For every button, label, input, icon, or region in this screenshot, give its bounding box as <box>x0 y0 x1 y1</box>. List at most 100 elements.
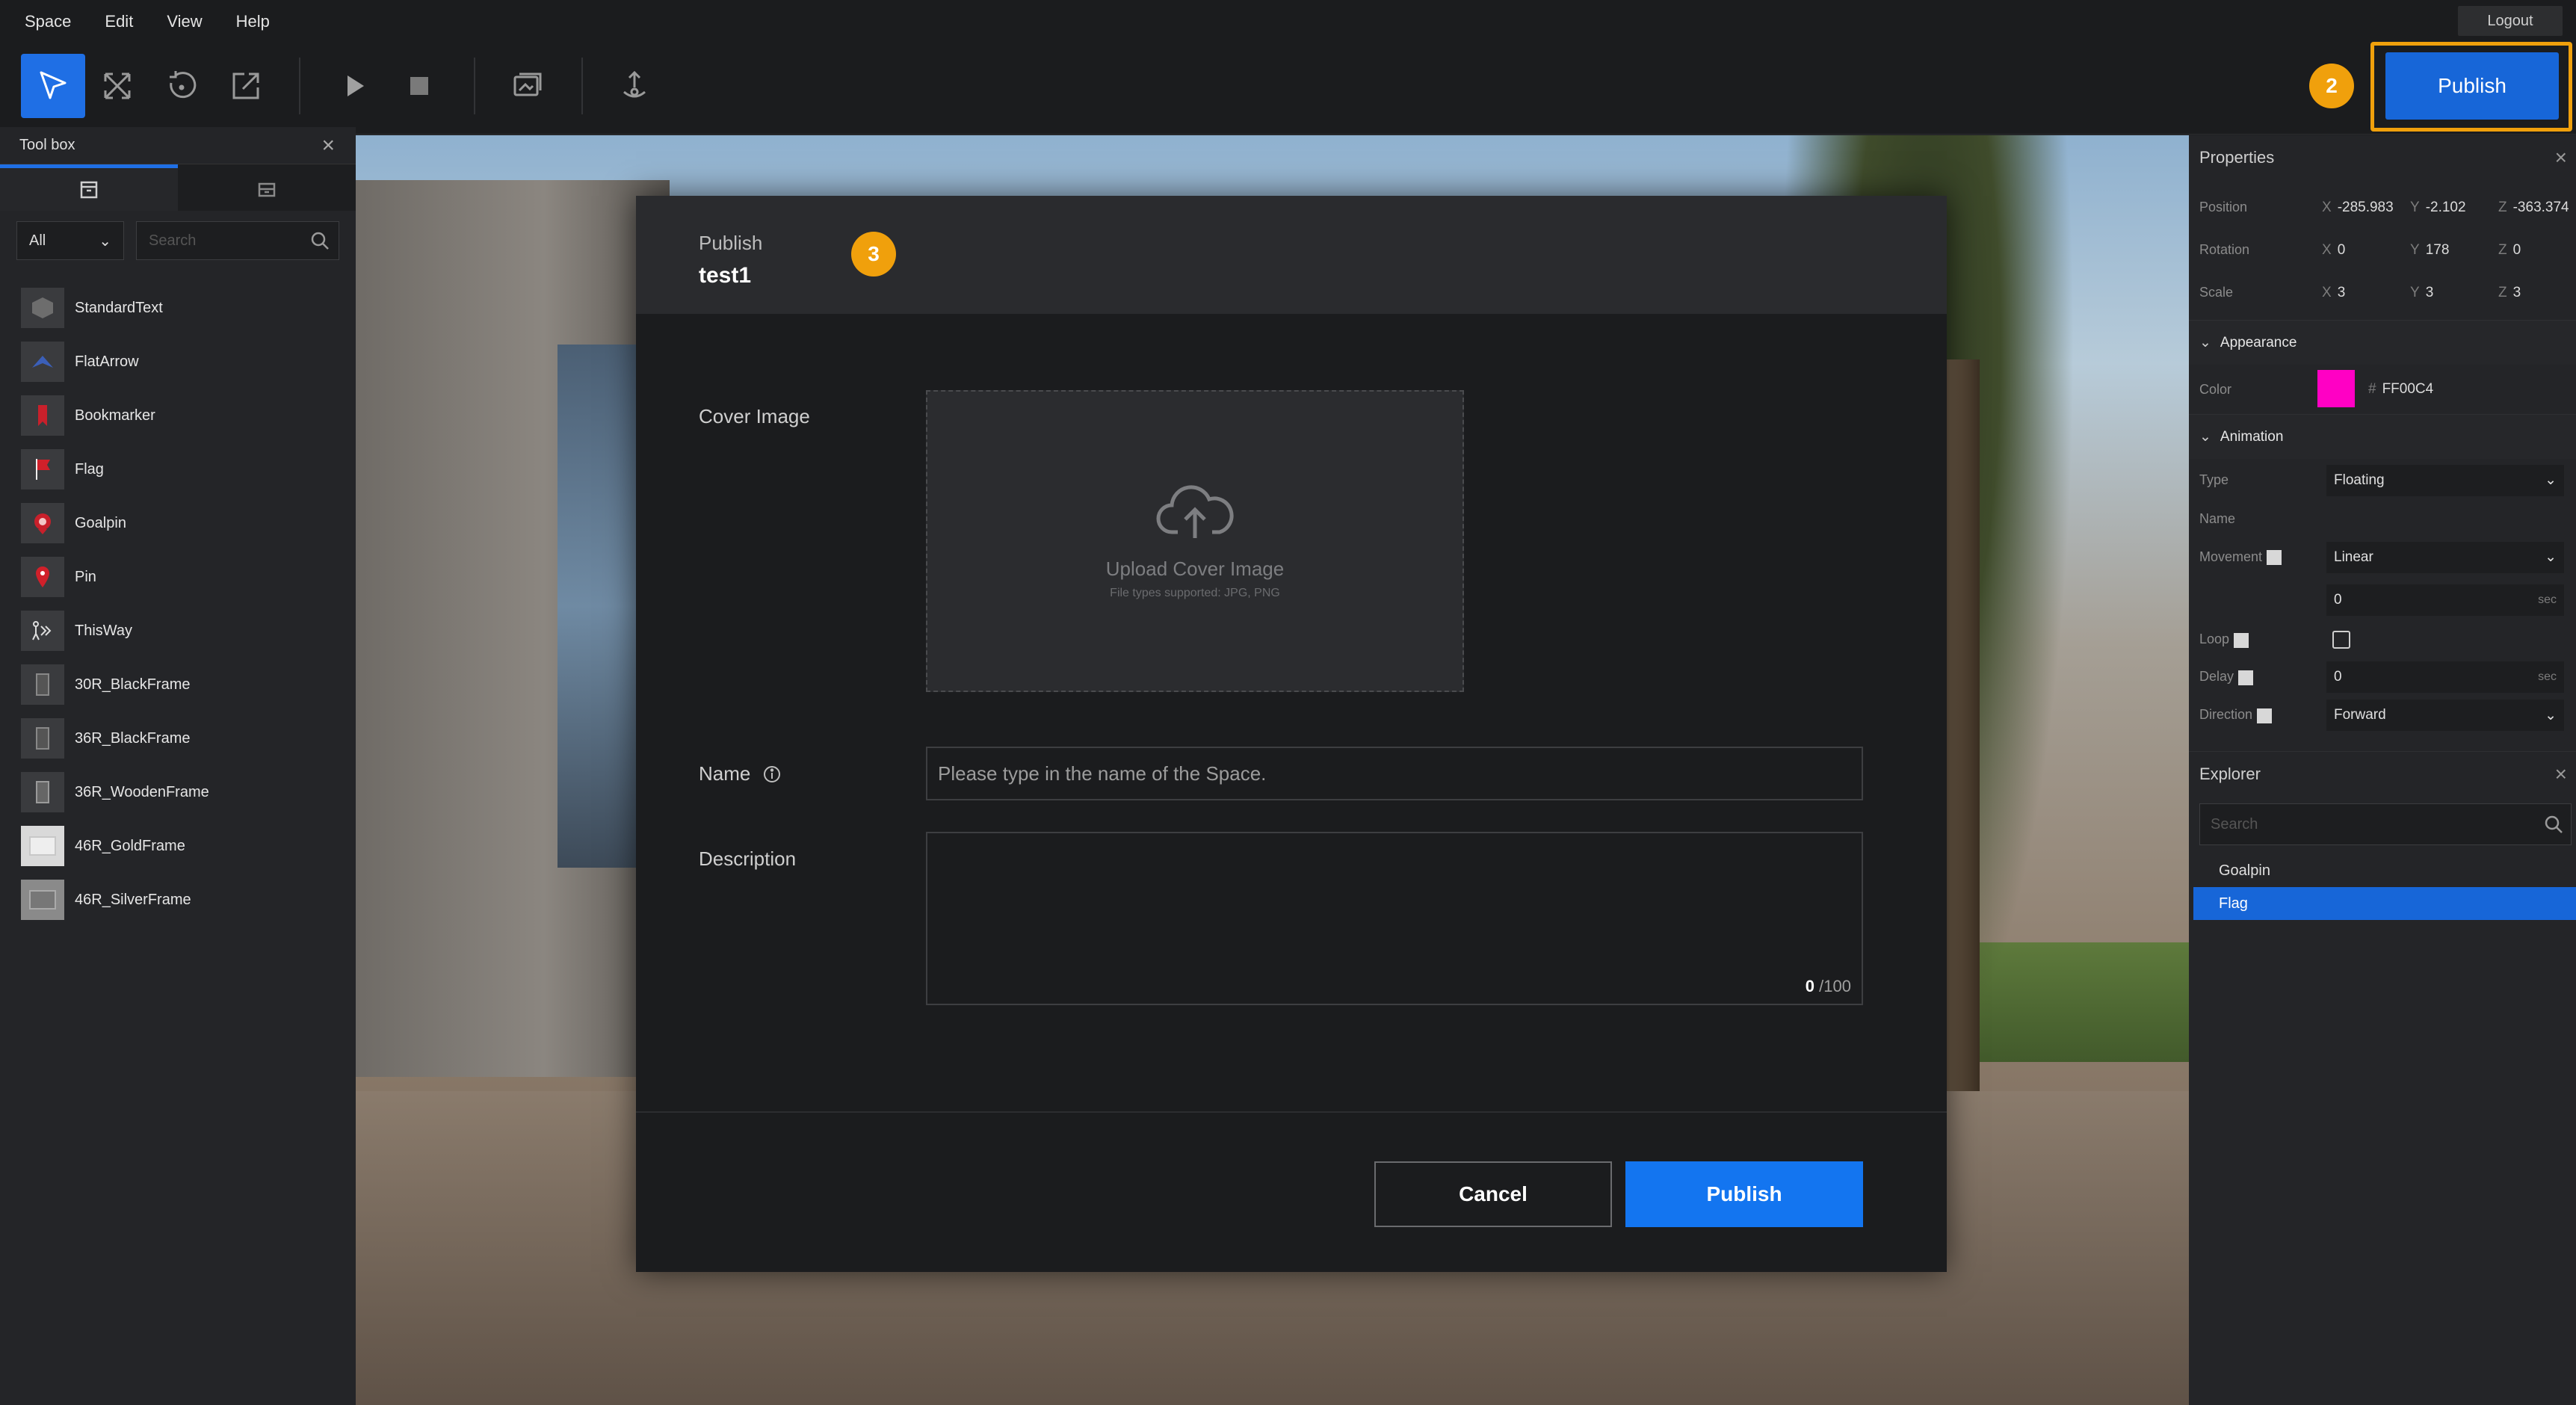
tool-item-bookmarker[interactable]: Bookmarker <box>0 389 356 442</box>
movement-row: Movement Linear ⌄ <box>2189 536 2576 578</box>
filter-select[interactable]: All ⌄ <box>16 221 124 260</box>
direction-select[interactable]: Forward ⌄ <box>2326 700 2564 731</box>
color-hex[interactable]: # FF00C4 <box>2368 381 2433 398</box>
position-row: Position X -285.983 Y -2.102 Z -363.374 <box>2189 186 2576 229</box>
animation-section[interactable]: ⌄ Animation <box>2189 414 2576 459</box>
loop-marker <box>2234 632 2249 648</box>
scale-row: Scale X3 Y3 Z3 <box>2189 271 2576 314</box>
position-x[interactable]: X -285.983 <box>2322 200 2394 216</box>
description-textarea[interactable]: 0 /100 <box>926 832 1863 1005</box>
play-icon <box>348 75 364 96</box>
close-icon[interactable]: × <box>321 133 335 158</box>
toolbar-divider <box>474 58 475 114</box>
tool-item-standardtext[interactable]: StandardText <box>0 281 356 335</box>
tool-item-46r-goldframe[interactable]: 46R_GoldFrame <box>0 819 356 873</box>
rotation-y[interactable]: Y 178 <box>2410 242 2449 259</box>
preview-button[interactable] <box>495 54 559 118</box>
goalpin-icon <box>21 503 64 543</box>
anim-type-row: Type Floating ⌄ <box>2189 459 2576 501</box>
scale-y[interactable]: Y3 <box>2410 285 2433 301</box>
cloud-upload-icon <box>1156 484 1234 538</box>
tab-objects[interactable] <box>0 164 178 211</box>
tool-label: 30R_BlackFrame <box>75 676 191 693</box>
appearance-title: Appearance <box>2220 334 2297 351</box>
loop-checkbox[interactable] <box>2332 631 2350 649</box>
properties-title: Properties <box>2199 148 2275 167</box>
char-max: /100 <box>1819 977 1851 995</box>
explorer-item-goalpin[interactable]: Goalpin <box>2189 854 2576 887</box>
tool-item-30r-blackframe[interactable]: 30R_BlackFrame <box>0 658 356 711</box>
tool-item-flag[interactable]: Flag <box>0 442 356 496</box>
play-button[interactable] <box>323 54 387 118</box>
anim-type-select[interactable]: Floating ⌄ <box>2326 464 2564 496</box>
cancel-button[interactable]: Cancel <box>1374 1161 1612 1227</box>
duration-field[interactable]: 0 sec <box>2326 584 2564 616</box>
tool-item-thisway[interactable]: ThisWay <box>0 604 356 658</box>
close-icon[interactable]: × <box>2555 762 2567 786</box>
tool-item-pin[interactable]: Pin <box>0 550 356 604</box>
move-tool-button[interactable] <box>85 54 149 118</box>
export-button[interactable] <box>602 54 667 118</box>
position-label: Position <box>2199 200 2248 214</box>
space-name-input[interactable]: Please type in the name of the Space. <box>926 747 1863 800</box>
tab-library[interactable] <box>178 164 356 211</box>
delay-field[interactable]: 0 sec <box>2326 661 2564 693</box>
bookmark-icon <box>21 395 64 436</box>
toolbox-search-input[interactable]: Search <box>136 221 339 260</box>
menu-space[interactable]: Space <box>25 12 71 31</box>
movement-select[interactable]: Linear ⌄ <box>2326 541 2564 573</box>
tool-label: 36R_WoodenFrame <box>75 783 209 800</box>
tool-label: Bookmarker <box>75 407 155 424</box>
rotation-z[interactable]: Z0 <box>2498 242 2521 259</box>
tool-label: Goalpin <box>75 514 126 531</box>
rotation-x[interactable]: X0 <box>2322 242 2345 259</box>
scale-x[interactable]: X3 <box>2322 285 2345 301</box>
logout-button[interactable]: Logout <box>2458 6 2563 36</box>
publish-button[interactable]: Publish <box>2385 52 2559 120</box>
tool-item-36r-woodenframe[interactable]: 36R_WoodenFrame <box>0 765 356 819</box>
select-tool-button[interactable] <box>21 54 85 118</box>
rotate-tool-button[interactable] <box>149 54 214 118</box>
gold-frame-icon <box>21 826 64 866</box>
properties-panel: Properties × Position X -285.983 Y -2.102 … <box>2189 135 2576 1405</box>
dialog-publish-button[interactable]: Publish <box>1625 1161 1863 1227</box>
step-badge-2: 2 <box>2309 64 2354 108</box>
name-label: Name <box>699 762 751 785</box>
tool-item-46r-silverframe[interactable]: 46R_SilverFrame <box>0 873 356 927</box>
standard-text-icon <box>21 288 64 328</box>
explorer-header: Explorer × <box>2189 751 2576 796</box>
search-icon <box>311 232 329 250</box>
chevron-down-icon: ⌄ <box>99 232 111 250</box>
scale-z[interactable]: Z3 <box>2498 285 2521 301</box>
close-icon[interactable]: × <box>2555 146 2567 170</box>
type-label: Type <box>2199 472 2229 487</box>
tool-item-goalpin[interactable]: Goalpin <box>0 496 356 550</box>
menu-edit[interactable]: Edit <box>105 12 133 31</box>
menu-view[interactable]: View <box>167 12 202 31</box>
position-y[interactable]: Y -2.102 <box>2410 200 2466 216</box>
description-label: Description <box>699 847 797 870</box>
toolbar-divider <box>299 58 300 114</box>
cover-image-upload[interactable]: Upload Cover Image File types supported:… <box>926 390 1464 692</box>
duration-value: 0 <box>2334 591 2342 608</box>
search-icon <box>2545 815 2563 833</box>
name-label-row: Name <box>699 762 782 785</box>
appearance-section[interactable]: ⌄ Appearance <box>2189 320 2576 365</box>
tool-label: 46R_SilverFrame <box>75 891 191 908</box>
scale-tool-button[interactable] <box>214 54 278 118</box>
archive-icon <box>258 182 276 197</box>
explorer-search-placeholder: Search <box>2211 815 2258 833</box>
menu-help[interactable]: Help <box>236 12 270 31</box>
explorer-search-input[interactable]: Search <box>2199 803 2572 845</box>
stop-button[interactable] <box>387 54 451 118</box>
tool-item-flatarrow[interactable]: FlatArrow <box>0 335 356 389</box>
tool-item-36r-blackframe[interactable]: 36R_BlackFrame <box>0 711 356 765</box>
tool-label: FlatArrow <box>75 353 139 370</box>
rotation-row: Rotation X0 Y 178 Z0 <box>2189 229 2576 271</box>
color-swatch[interactable] <box>2317 370 2355 407</box>
explorer-item-flag[interactable]: Flag <box>2193 887 2576 920</box>
delay-row: Delay 0 sec <box>2189 658 2576 696</box>
position-z[interactable]: Z -363.374 <box>2498 200 2569 216</box>
rotate-icon <box>170 71 197 99</box>
info-icon[interactable] <box>762 765 782 784</box>
